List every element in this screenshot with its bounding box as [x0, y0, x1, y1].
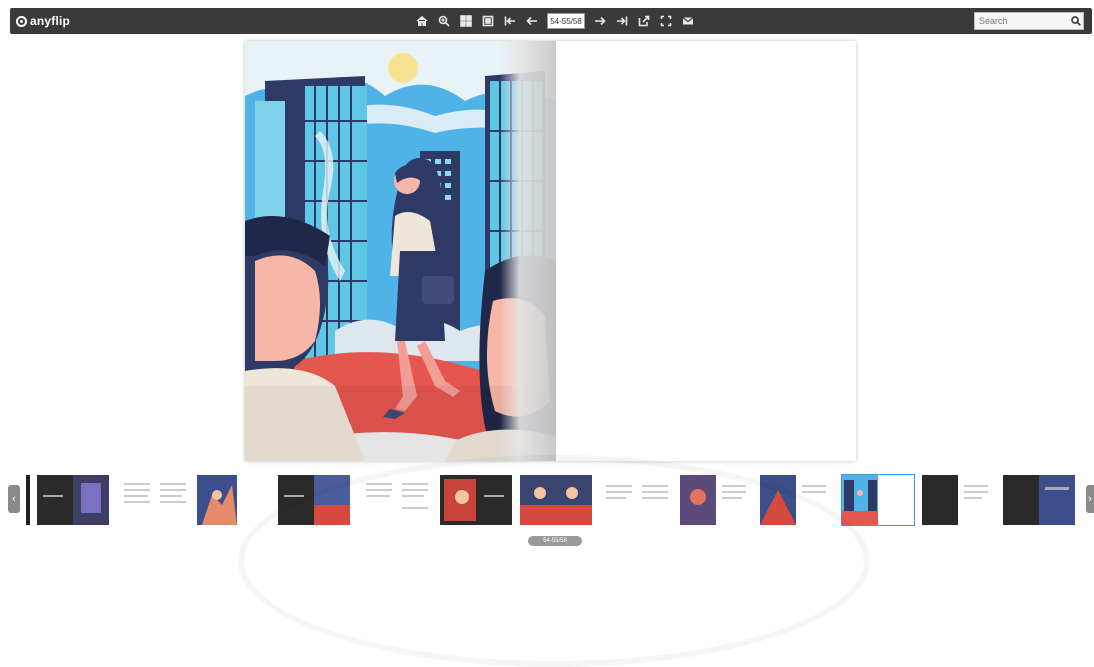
first-page-icon	[504, 16, 515, 26]
first-page-button[interactable]	[501, 12, 519, 30]
thumbnails-icon	[460, 15, 472, 27]
last-page-icon	[617, 16, 628, 26]
right-page-blank	[556, 41, 856, 461]
thumbnail-spread[interactable]	[37, 475, 109, 525]
thumbnails-next-button[interactable]: ›	[1086, 485, 1094, 513]
logo-text: anyflip	[30, 14, 71, 28]
fullscreen-button[interactable]	[657, 12, 675, 30]
search-box	[974, 12, 1084, 30]
thumbnail-spread[interactable]	[922, 475, 994, 525]
home-icon	[416, 15, 428, 26]
search-icon[interactable]	[1069, 14, 1083, 28]
top-toolbar: anyflip	[10, 8, 1092, 34]
share-button[interactable]	[635, 12, 653, 30]
logo-icon	[16, 15, 27, 27]
current-page-label: 54-55/58	[528, 536, 582, 546]
next-page-icon	[595, 16, 606, 26]
chevron-left-icon: ‹	[12, 493, 16, 505]
thumbnail-spread[interactable]	[120, 475, 192, 525]
thumbnail-spread[interactable]	[760, 475, 832, 525]
toolbar-controls	[413, 12, 701, 30]
thumbnail-spread[interactable]	[602, 475, 674, 525]
email-icon	[682, 17, 694, 25]
thumbnail-page[interactable]	[197, 475, 237, 525]
thumbnails-button[interactable]	[457, 12, 475, 30]
anyflip-logo[interactable]: anyflip	[16, 13, 70, 29]
search-input[interactable]	[975, 13, 1069, 29]
left-page-illustration	[245, 41, 556, 461]
fullscreen-icon	[660, 15, 672, 27]
thumbnail-spread[interactable]	[278, 475, 350, 525]
thumbnails-prev-button[interactable]: ‹	[8, 485, 20, 513]
single-page-icon	[482, 15, 494, 27]
thumbnail-current-spread[interactable]	[841, 474, 915, 526]
thumbnail-spread[interactable]	[362, 475, 434, 525]
thumbnail-spread[interactable]	[520, 475, 592, 525]
zoom-in-button[interactable]	[435, 12, 453, 30]
thumbnail-edge[interactable]	[26, 475, 30, 525]
next-page-button[interactable]	[591, 12, 609, 30]
last-page-button[interactable]	[613, 12, 631, 30]
thumbnail-strip: ‹ ›	[0, 470, 1094, 530]
zoom-in-icon	[438, 15, 450, 27]
home-button[interactable]	[413, 12, 431, 30]
thumbnail-spread[interactable]	[1003, 475, 1075, 525]
email-button[interactable]	[679, 12, 697, 30]
thumbnail-spread[interactable]	[680, 475, 752, 525]
thumbnail-spread[interactable]	[440, 475, 512, 525]
flipbook-spread[interactable]	[245, 41, 856, 461]
page-number-input[interactable]	[547, 13, 585, 29]
prev-page-button[interactable]	[523, 12, 541, 30]
single-page-button[interactable]	[479, 12, 497, 30]
share-icon	[638, 15, 650, 27]
page-gutter-shadow	[500, 41, 556, 461]
prev-page-icon	[526, 16, 537, 26]
chevron-right-icon: ›	[1088, 493, 1092, 505]
